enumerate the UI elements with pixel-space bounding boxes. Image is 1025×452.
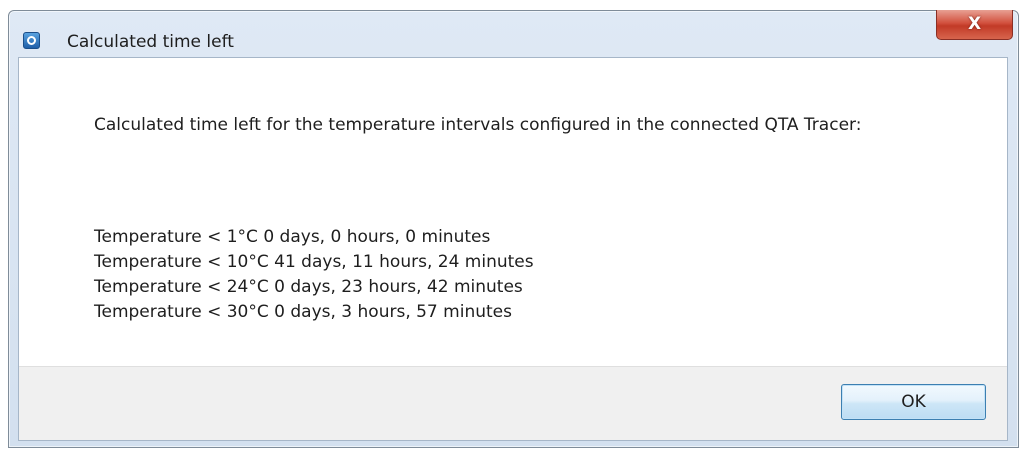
app-logo-icon <box>23 32 40 49</box>
dialog-content: Calculated time left for the temperature… <box>19 58 1007 366</box>
window-title: Calculated time left <box>67 32 234 52</box>
ok-button[interactable]: OK <box>841 384 986 420</box>
intro-message: Calculated time left for the temperature… <box>94 115 862 135</box>
button-footer: OK <box>19 366 1007 440</box>
dialog-window: Calculated time left X Calculated time l… <box>8 10 1019 448</box>
interval-item: Temperature < 24°C 0 days, 23 hours, 42 … <box>94 277 523 297</box>
interval-item: Temperature < 10°C 41 days, 11 hours, 24… <box>94 252 534 272</box>
close-icon: X <box>967 14 982 34</box>
close-button[interactable]: X <box>936 10 1013 40</box>
dialog-client-area: Calculated time left for the temperature… <box>18 57 1008 441</box>
app-logo-ring <box>27 36 36 45</box>
interval-item: Temperature < 30°C 0 days, 3 hours, 57 m… <box>94 302 512 322</box>
interval-list: Temperature < 1°C 0 days, 0 hours, 0 min… <box>94 225 534 325</box>
interval-item: Temperature < 1°C 0 days, 0 hours, 0 min… <box>94 227 491 247</box>
title-bar[interactable]: Calculated time left X <box>9 10 1018 57</box>
